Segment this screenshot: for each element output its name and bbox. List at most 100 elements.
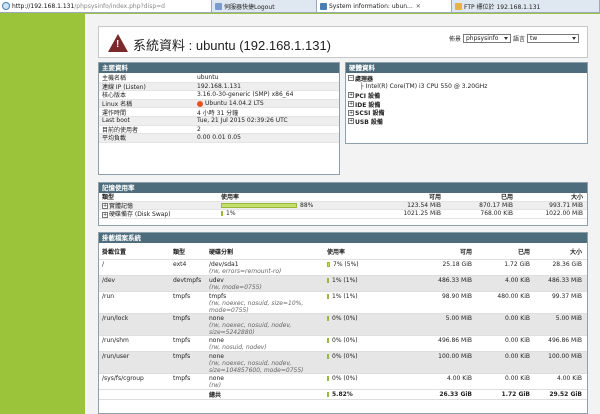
fs-used: 4.00 KiB: [505, 277, 530, 284]
fs-usage: 7% (5%): [326, 260, 411, 275]
fs-mount: /dev: [102, 277, 116, 284]
expand-icon[interactable]: +: [102, 203, 108, 210]
fs-device: none: [209, 315, 224, 322]
fs-type: ext4: [173, 261, 187, 268]
tree-item-usb[interactable]: + USB 設備: [348, 117, 585, 126]
usage-bar: [221, 202, 297, 208]
fs-mount: /sys/fs/cgroup: [102, 375, 144, 382]
address-bar[interactable]: http://192.168.1.131/phpsysinfo/index.ph…: [0, 0, 212, 12]
browser-tab-ftp[interactable]: FTP 標位於 192.168.1.131: [452, 0, 600, 12]
warning-icon: !: [108, 34, 128, 52]
usage-bar: [327, 338, 329, 343]
expand-icon[interactable]: +: [348, 92, 354, 99]
tree-item-ide[interactable]: + IDE 設備: [348, 100, 585, 109]
fs-partition: /dev/sda1 (rw, errors=remount-ro): [208, 260, 326, 275]
table-row: /run/lock tmpfs none (rw, noexec, nosuid, n…: [99, 314, 587, 336]
tab-label: 伺服器快捷Logout: [224, 3, 275, 11]
page-icon: [320, 2, 327, 10]
ubuntu-logo-icon: [197, 100, 203, 107]
fs-size: 4.00 KiB: [557, 375, 582, 382]
tree-item-processor[interactable]: − 處理器: [348, 74, 585, 83]
fs-mount: /run/lock: [102, 315, 129, 322]
fs-total-used: 1.72 GiB: [501, 391, 530, 398]
fs-size: 496.86 MiB: [548, 337, 582, 344]
fs-options: (rw, noexec, nosuid, nodev, size=5242880…: [209, 322, 292, 335]
fs-free: 100.00 MiB: [438, 353, 472, 360]
fs-options: (rw, mode=0755): [209, 284, 262, 291]
browser-tab-sysinfo[interactable]: System information: ubun... ✕: [317, 0, 452, 12]
hardware-title: 硬體資料: [346, 63, 587, 73]
page-header: ! 系統資料 : ubuntu (192.168.1.131) 佈景 phpsy…: [98, 26, 588, 58]
fs-usage-label: 0% (0%): [332, 337, 358, 344]
table-row: 平均負載 0.00 0.01 0.05: [99, 134, 339, 143]
tab-label: FTP 標位於 192.168.1.131: [464, 3, 541, 11]
fs-size: 486.33 MiB: [548, 277, 582, 284]
template-select[interactable]: phpsysinfo: [462, 34, 511, 43]
fs-free: 496.86 MiB: [438, 337, 472, 344]
table-row: /sys/fs/cgroup tmpfs none (rw) 0% (0%) 4.00 K…: [99, 374, 587, 390]
chevron-down-icon: [503, 37, 508, 40]
fs-device: none: [209, 353, 224, 360]
fs-mount: /run: [102, 293, 115, 300]
browser-tab-logout[interactable]: 伺服器快捷Logout: [212, 0, 317, 12]
fs-usage: 1% (1%): [326, 292, 411, 313]
fs-mount: /run/shm: [102, 337, 129, 344]
fs-size: 5.00 MiB: [555, 315, 582, 322]
table-row: / ext4/dev/sda1 (rw, errors=remount-ro) 7% …: [99, 260, 587, 276]
header-selectors: 佈景 phpsysinfo 語言 tw: [449, 34, 581, 43]
fs-size: 100.00 MiB: [548, 353, 582, 360]
fs-total-size: 29.52 GiB: [549, 391, 582, 398]
fs-usage: 0% (0%): [326, 374, 411, 389]
fs-type: devtmpfs: [173, 277, 202, 284]
expand-icon[interactable]: +: [348, 109, 354, 116]
fs-options: (rw, noexec, nosuid, size=10%, mode=0755…: [209, 300, 304, 313]
fs-device: none: [209, 337, 224, 344]
collapse-icon[interactable]: −: [348, 75, 354, 82]
fs-total-free: 26.33 GiB: [439, 391, 472, 398]
fs-partition: udev (rw, mode=0755): [208, 276, 326, 291]
fs-free: 5.00 MiB: [445, 315, 472, 322]
language-select[interactable]: tw: [527, 34, 579, 43]
usage-bar: [327, 262, 330, 267]
fs-usage: 0% (0%): [326, 352, 411, 373]
usage-bar: [327, 392, 329, 397]
left-background: [0, 14, 85, 414]
fs-type: tmpfs: [173, 337, 191, 344]
page: ! 系統資料 : ubuntu (192.168.1.131) 佈景 phpsy…: [85, 14, 600, 414]
fs-used: 0.00 KiB: [505, 353, 530, 360]
fs-free: 4.00 KiB: [447, 375, 472, 382]
table-row: + 硬碟備存 (Disk Swap) 1% 1021.25 MiB 768.00 …: [99, 210, 587, 219]
tree-item-pci[interactable]: + PCI 設備: [348, 91, 585, 100]
fs-usage: 0% (0%): [326, 314, 411, 335]
fs-mount: /run/user: [102, 353, 130, 360]
fs-partition: tmpfs (rw, noexec, nosuid, size=10%, mode…: [208, 292, 326, 313]
folder-icon: [455, 2, 462, 10]
usage-bar: [327, 316, 329, 321]
expand-icon[interactable]: +: [348, 101, 354, 108]
close-icon[interactable]: ✕: [416, 3, 421, 10]
fs-usage-label: 7% (5%): [333, 261, 359, 268]
table-row-total: 總共 5.82% 26.33 GiB 1.72 GiB 29.52 GiB: [99, 390, 587, 400]
filesystems-panel: 掛載檔案系統 掛載位置 類型 硬碟分割 使用率 可用 已用 大小 / ext4/d…: [98, 232, 588, 414]
filesystems-body: / ext4/dev/sda1 (rw, errors=remount-ro) 7% …: [99, 260, 587, 400]
hardware-panel: 硬體資料 − 處理器 ├ Intel(R) Core(TM) i3 CPU 550 …: [345, 62, 588, 144]
fs-size: 99.37 MiB: [551, 293, 582, 300]
usage-bar: [221, 211, 223, 217]
expand-icon[interactable]: +: [348, 118, 354, 125]
fs-total-usage: 5.82%: [326, 390, 411, 399]
vitals-panel: 主要資料 主機名稱 ubuntu 連線 IP (Listen) 192.168.1.…: [98, 62, 340, 175]
fs-usage: 1% (1%): [326, 276, 411, 291]
tree-item-scsi[interactable]: + SCSI 設備: [348, 108, 585, 117]
table-row: 運作時間 4 小時 31 分鐘: [99, 108, 339, 117]
fs-size: 28.36 GiB: [552, 261, 582, 268]
fs-total-spacer: [99, 394, 208, 396]
usage-bar: [327, 354, 329, 359]
language-label: 語言: [512, 36, 525, 43]
fs-type: tmpfs: [173, 353, 191, 360]
expand-icon[interactable]: +: [102, 211, 108, 218]
fs-usage-label: 0% (0%): [332, 375, 358, 382]
chevron-down-icon: [572, 37, 576, 40]
table-row: /run/user tmpfs none (rw, noexec, nosuid, n…: [99, 352, 587, 374]
fs-partition: none (rw, noexec, nosuid, nodev, size=104…: [208, 352, 326, 373]
fs-options: (rw, noexec, nosuid, nodev, size=1048576…: [209, 360, 304, 373]
